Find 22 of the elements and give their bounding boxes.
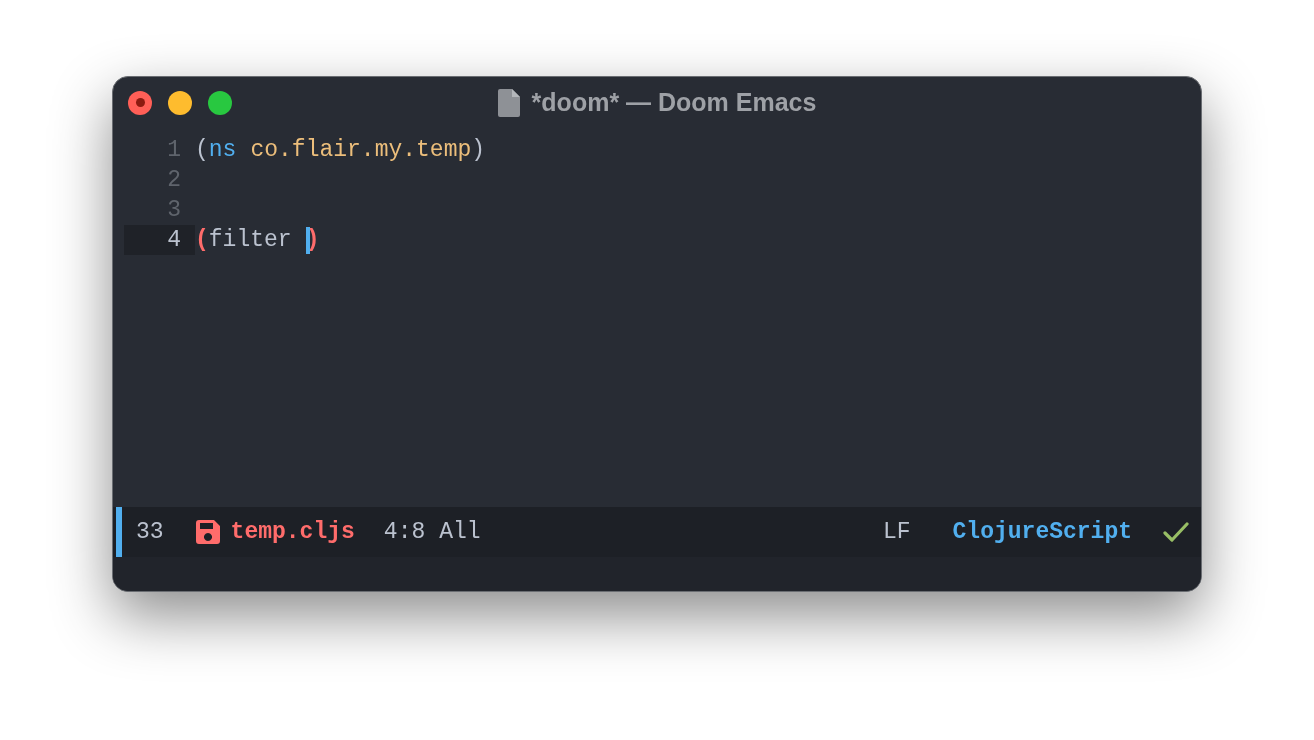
code-text: filter [208, 226, 292, 255]
maximize-button[interactable] [208, 90, 232, 115]
minimize-button[interactable] [168, 90, 192, 115]
matched-paren: ( [195, 226, 209, 255]
line-number: 3 [166, 196, 182, 225]
major-mode: ClojureScript [952, 517, 1132, 547]
line-number: 2 [166, 166, 182, 195]
window-title: *doom* — Doom Emacs [531, 86, 817, 118]
code-text: ( [195, 136, 209, 165]
buffer-size: 33 [136, 517, 164, 547]
file-name: temp.cljs [230, 517, 355, 547]
namespace-text: co.flair.my.temp [250, 136, 472, 165]
keyword-text: ns [208, 136, 237, 165]
line-number: 1 [166, 136, 182, 165]
document-icon [497, 88, 520, 117]
code-text: ) [471, 136, 486, 165]
scroll-position: All [439, 517, 481, 547]
matched-paren: ) [305, 226, 320, 255]
cursor-position: 4:8 [383, 517, 426, 547]
close-button[interactable] [128, 90, 152, 115]
line-ending: LF [882, 517, 911, 547]
line-number: 4 [124, 225, 195, 255]
